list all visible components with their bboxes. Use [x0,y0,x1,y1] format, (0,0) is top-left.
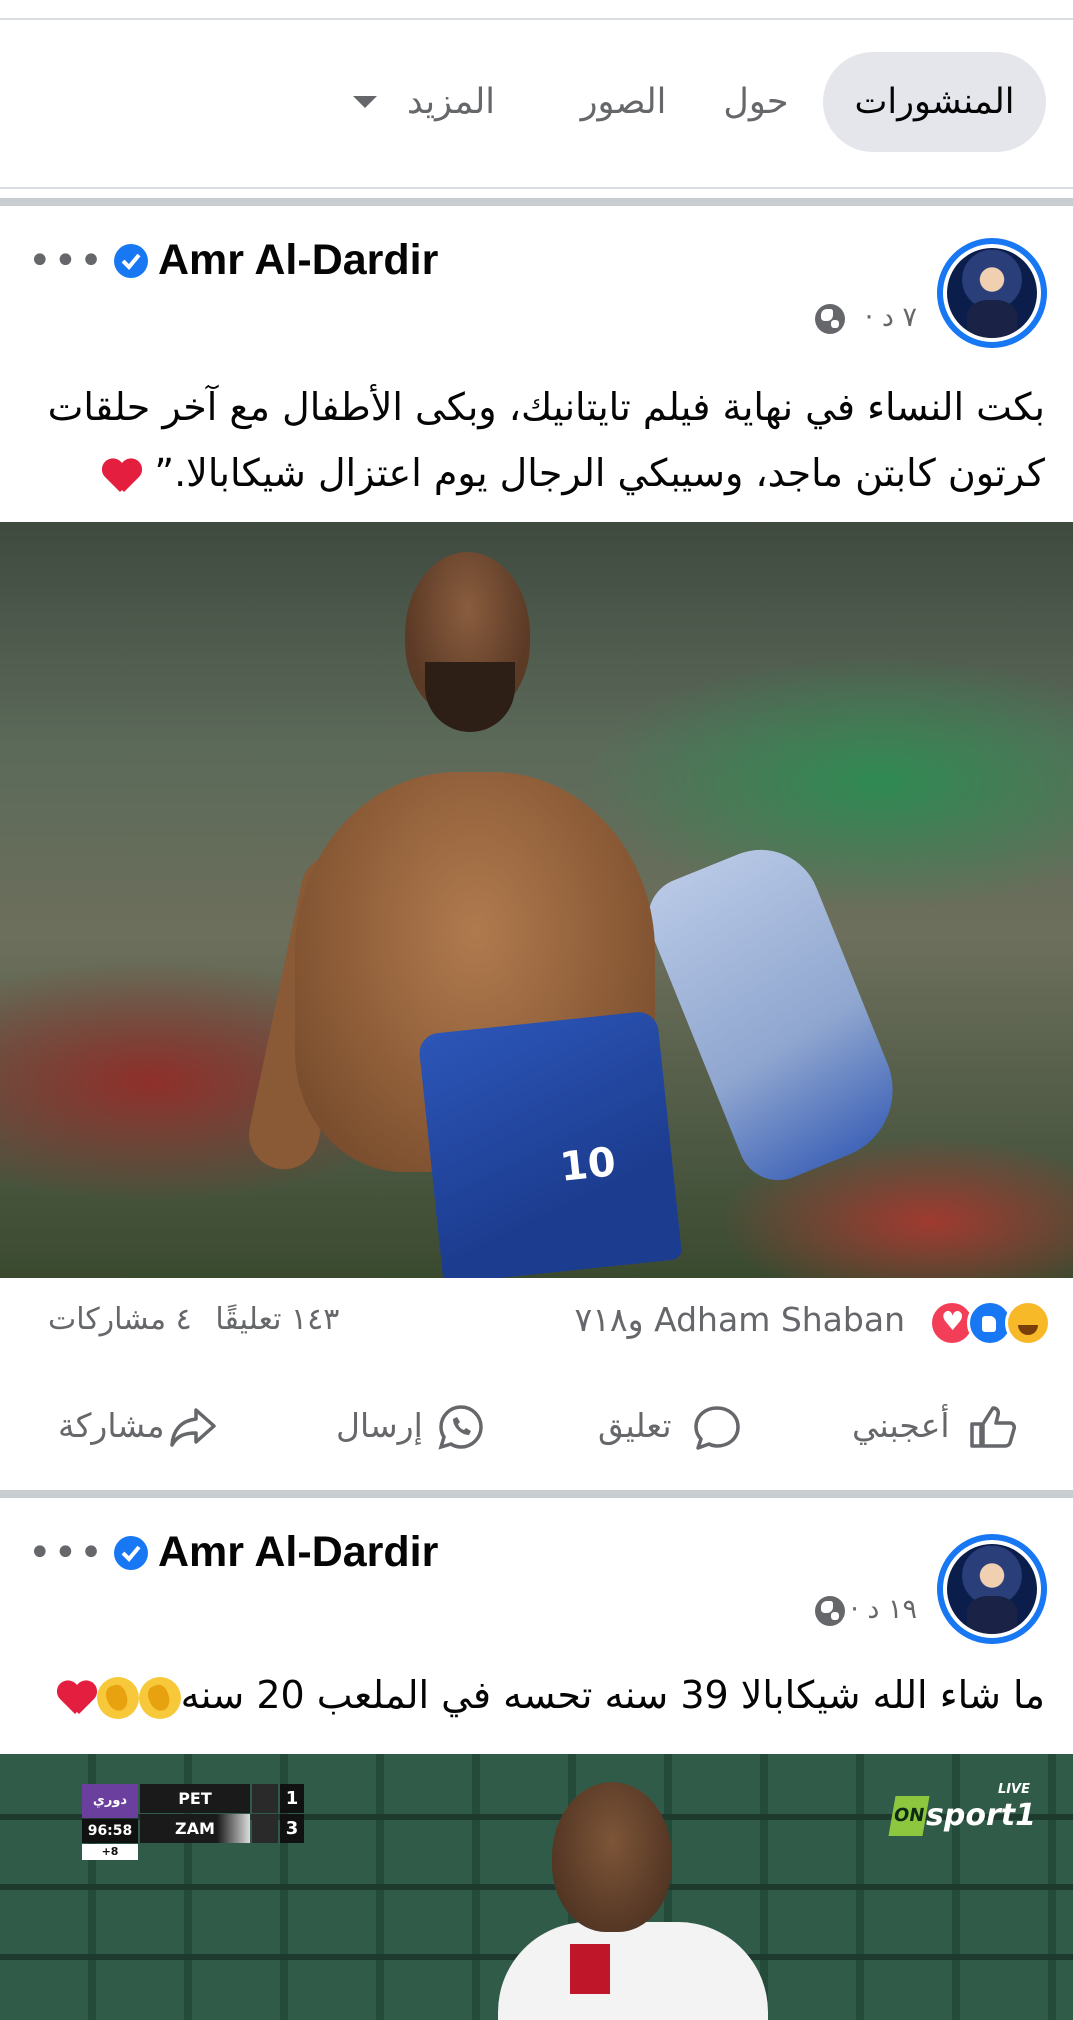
share-arrow-icon [170,1408,216,1447]
tab-about[interactable]: حول [716,52,796,152]
globe-icon [815,304,845,334]
post-options-button[interactable]: ••• [28,1530,105,1576]
team-name: PET [140,1784,250,1813]
like-label: أعجبني [852,1406,950,1445]
comment-bubble-icon [694,1406,740,1450]
caret-down-icon [353,96,377,108]
clapping-emoji-icon [96,1676,139,1719]
post-text-line: كرتون كابتن ماجد، وسيبكي الرجال يوم اعتز… [28,440,1045,506]
post-text-content: ما شاء الله شيكابالا 39 سنه تحسه في المل… [180,1673,1045,1717]
team-badge-icon [252,1814,278,1843]
author-avatar[interactable] [937,1534,1047,1644]
tab-more-label: المزيد [406,82,495,122]
whatsapp-icon [438,1405,483,1450]
tab-photos[interactable]: الصور [556,52,691,152]
team-score: 3 [280,1814,304,1843]
post-timestamp[interactable]: ١٩ د · [850,1594,917,1625]
broadcaster-logo: LIVE ON sport1 [888,1782,1036,1842]
photo-shirt-stripe [570,1944,610,1994]
team-name: ZAM [140,1814,250,1843]
post-card: Amr Al-Dardir ••• ١٩ د · ما شاء الله شيك… [0,1498,1073,2020]
haha-reaction-icon [1005,1300,1051,1346]
photo-player-shirt [498,1922,768,2020]
heart-emoji-icon [102,458,142,494]
post-text: ما شاء الله شيكابالا 39 سنه تحسه في المل… [28,1662,1045,1728]
feed-separator [0,1490,1073,1498]
photo-shorts [417,1010,683,1278]
post-photo[interactable]: 10 [0,522,1073,1278]
shares-count[interactable]: ٤ مشاركات [48,1302,192,1337]
post-actions: أعجبني تعليق إرسال مشاركة [0,1374,1073,1478]
post-text-line: بكت النساء في نهاية فيلم تايتانيك، وبكى … [47,385,1045,429]
heart-emoji-icon [57,1680,97,1716]
verified-badge-icon [114,244,148,278]
reaction-icons[interactable] [911,1300,1051,1346]
send-button[interactable]: إرسال [336,1374,484,1478]
tab-posts[interactable]: المنشورات [823,52,1046,152]
comment-label: تعليق [598,1406,672,1445]
post-text-line-content: كرتون كابتن ماجد، وسيبكي الرجال يوم اعتز… [154,451,1045,495]
photo-player-beard [425,662,515,732]
profile-tabs: المنشورات حول الصور المزيد [0,52,1073,152]
clapping-emoji-icon [138,1676,181,1719]
team-badge-icon [252,1784,278,1813]
photo-player-head [552,1782,672,1932]
engagement-counts: ١٤٣ تعليقًا ٤ مشاركات [34,1302,339,1337]
post-text: بكت النساء في نهاية فيلم تايتانيك، وبكى … [28,374,1045,506]
reaction-stats: Adham Shaban و٧١٨ ١٤٣ تعليقًا ٤ مشاركات [0,1278,1073,1368]
added-time: +8 [82,1844,138,1860]
team-score: 1 [280,1784,304,1813]
comments-count[interactable]: ١٤٣ تعليقًا [215,1302,339,1337]
author-name[interactable]: Amr Al-Dardir [158,236,438,285]
photo-shorts-number: 10 [557,1139,618,1191]
post-photo[interactable]: دوري NILE 96:58 +8 PET 1 ZAM 3 LIVE ON s… [0,1754,1073,2020]
send-label: إرسال [336,1406,423,1445]
league-logo: دوري NILE [82,1784,138,1842]
top-divider [0,18,1073,20]
author-name[interactable]: Amr Al-Dardir [158,1528,438,1577]
globe-icon [815,1596,845,1626]
photo-stands [0,1884,1073,1890]
post-options-button[interactable]: ••• [28,238,105,284]
share-button[interactable]: مشاركة [58,1374,223,1478]
on-label: ON [888,1796,930,1836]
author-avatar[interactable] [937,238,1047,348]
post-timestamp[interactable]: ٧ د · [865,302,917,333]
live-label: LIVE [997,1782,1030,1797]
like-button[interactable]: أعجبني [852,1374,1022,1478]
thumbs-up-icon [970,1406,1016,1448]
post-card: Amr Al-Dardir ••• ٧ د · بكت النساء في نه… [0,206,1073,1490]
reactors-summary[interactable]: Adham Shaban و٧١٨ [574,1300,905,1339]
tabs-divider [0,187,1073,189]
match-scoreboard: دوري NILE 96:58 +8 PET 1 ZAM 3 [82,1784,304,1860]
feed-separator [0,198,1073,206]
comment-button[interactable]: تعليق [598,1374,740,1478]
photo-shirt [636,831,914,1193]
tab-more[interactable]: المزيد [345,52,495,152]
verified-badge-icon [114,1536,148,1570]
share-label: مشاركة [58,1406,165,1445]
match-clock: 96:58 [82,1819,138,1843]
sport-label: sport1 [926,1798,1036,1833]
